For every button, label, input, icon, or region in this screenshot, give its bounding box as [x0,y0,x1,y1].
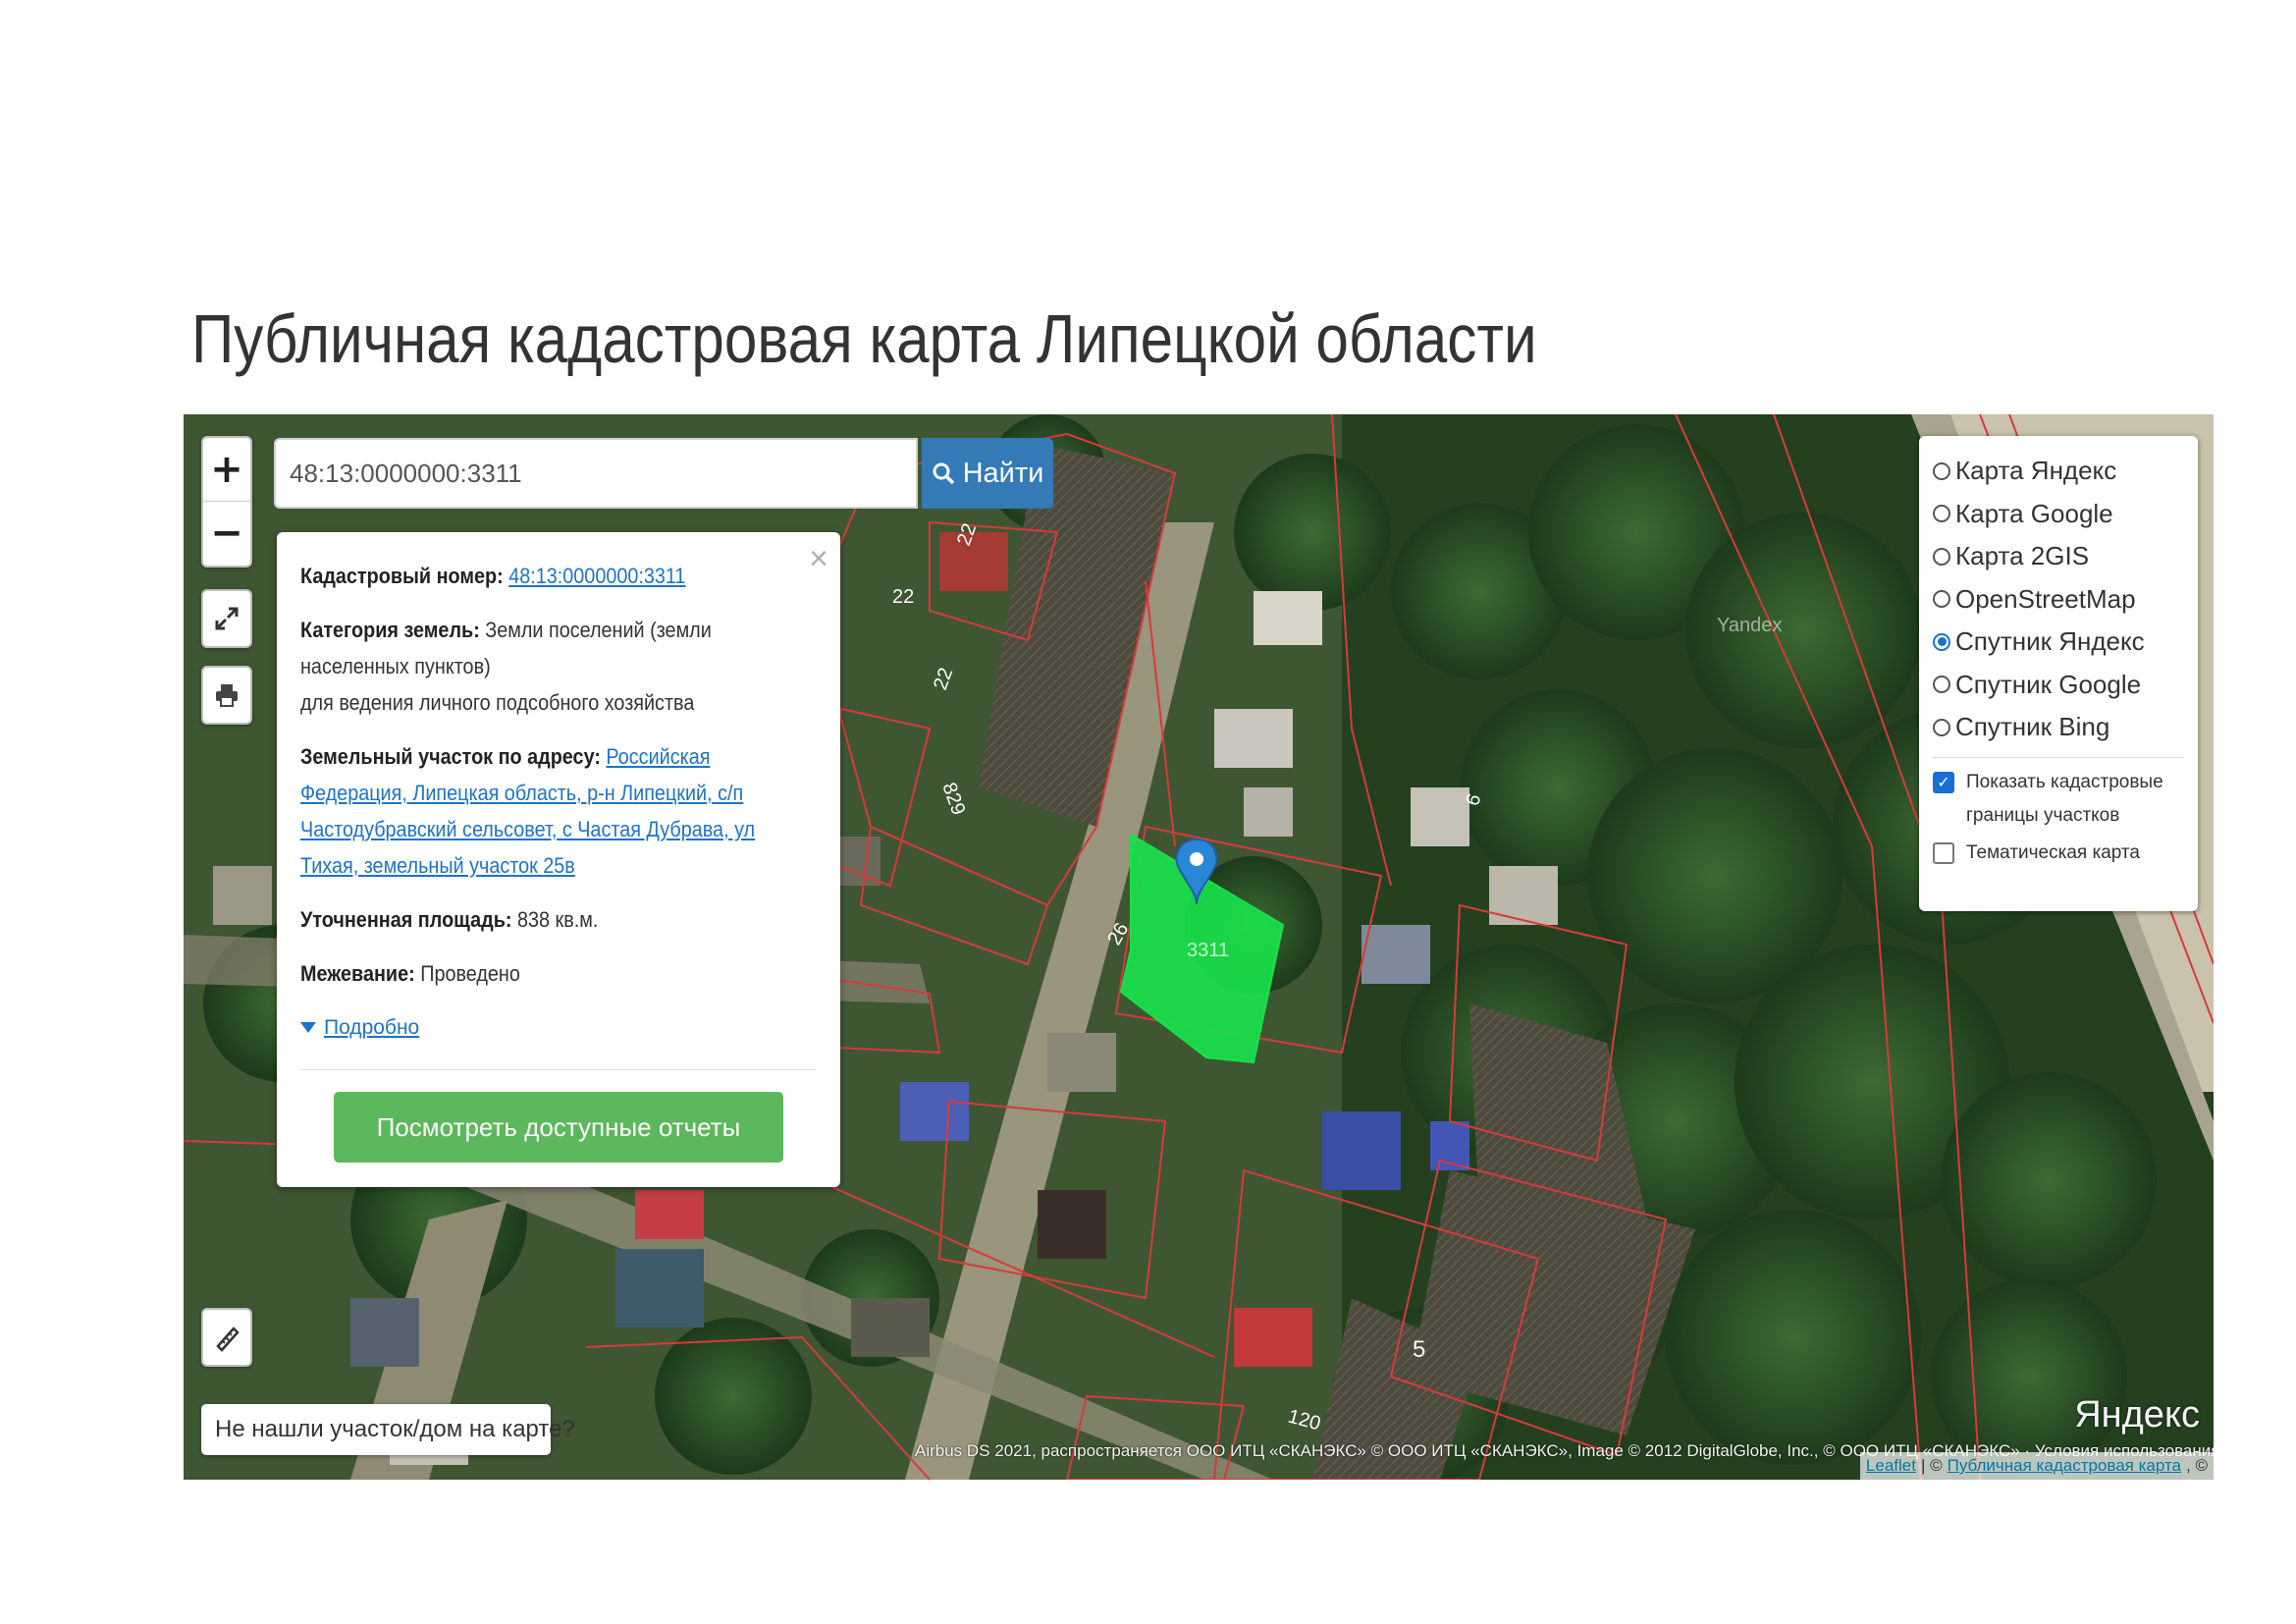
cadastral-number-link[interactable]: 48:13:0000000:3311 [508,564,685,588]
layer-option[interactable]: Карта Google [1933,493,2184,536]
layer-option-label: Спутник Яндекс [1955,626,2145,657]
survey-row: Межевание: Проведено [300,955,813,992]
layer-option[interactable]: Спутник Bing [1933,706,2184,749]
layer-option[interactable]: Карта Яндекс [1933,450,2184,493]
thematic-map-checkbox[interactable] [1933,841,1954,864]
land-use-value: для ведения личного подсобного хозяйства [300,690,695,715]
attribution-separator: | © [1920,1456,1943,1475]
cadastral-number-label: Кадастровый номер: [300,564,504,588]
more-details-link[interactable]: Подробно [300,1009,817,1046]
magnifier-icon [933,462,954,485]
layers-panel: Карта Яндекс Карта Google Карта 2GIS Ope… [1919,436,2198,911]
layer-option-label: OpenStreetMap [1955,583,2136,614]
fullscreen-button[interactable] [201,589,252,648]
layer-option-label: Спутник Bing [1955,712,2110,742]
not-found-button[interactable]: Не нашли участок/дом на карте? [201,1404,575,1455]
page-title: Публичная кадастровая карта Липецкой обл… [191,300,1537,377]
view-reports-button[interactable]: Посмотреть доступные отчеты [334,1092,783,1163]
address-label: Земельный участок по адресу: [300,744,601,769]
parcel-label: 5 [1413,1336,1425,1363]
cadastral-number-row: Кадастровый номер: 48:13:0000000:3311 [300,558,813,594]
site-link[interactable]: Публичная кадастровая карта [1948,1456,2181,1476]
radio-button-selected[interactable] [1933,632,1950,651]
find-button-label: Найти [962,457,1044,489]
layer-option[interactable]: Карта 2GIS [1933,535,2184,578]
thematic-map-label: Тематическая карта [1966,841,2140,863]
layer-option[interactable]: OpenStreetMap [1933,578,2184,622]
land-category-label: Категория земель: [300,618,480,642]
radio-button[interactable] [1933,547,1950,566]
show-boundaries-checkbox[interactable] [1933,771,1954,793]
radio-button[interactable] [1933,718,1950,736]
zoom-out-button[interactable]: − [203,501,250,565]
attribution-tail: , © [2186,1456,2208,1475]
parcel-info-popup: × Кадастровый номер: 48:13:0000000:3311 … [277,532,840,1187]
printer-icon [216,684,238,707]
parcel-label: 3311 [1187,940,1229,961]
layer-option-label: Карта Google [1955,498,2113,528]
layer-option-label: Спутник Google [1955,669,2142,699]
radio-button[interactable] [1933,505,1950,523]
map-watermark: Yandex [1717,615,1783,636]
ruler-pencil-icon [216,1326,240,1352]
layer-option-label: Карта 2GIS [1955,541,2090,571]
triangle-down-icon [300,1021,316,1033]
thematic-map-option[interactable]: Тематическая карта [1933,837,2184,870]
zoom-control: + − [201,436,252,568]
leaflet-link[interactable]: Leaflet [1866,1456,1916,1476]
popup-divider [300,1069,817,1070]
cadastral-map[interactable]: 22 22 22 829 26 6 5 120 3311 Yandex + − [184,414,2214,1480]
zoom-in-button[interactable]: + [203,438,250,501]
show-boundaries-label: Показать кадастровые границы участков [1966,771,2163,826]
print-button[interactable] [201,666,252,725]
survey-value: Проведено [420,961,520,986]
area-row: Уточненная площадь: 838 кв.м. [300,901,813,938]
more-details-label: Подробно [324,1016,420,1039]
survey-label: Межевание: [300,961,415,986]
expand-arrows-icon [215,607,239,630]
radio-button[interactable] [1933,461,1950,480]
radio-button[interactable] [1933,590,1950,609]
layer-option-selected[interactable]: Спутник Яндекс [1933,621,2184,664]
cadastral-search-input[interactable] [274,438,918,509]
area-label: Уточненная площадь: [300,907,512,932]
measure-button[interactable] [201,1308,252,1367]
layers-divider [1933,756,2184,758]
address-row: Земельный участок по адресу: Российская … [300,738,813,884]
find-button[interactable]: Найти [922,438,1053,509]
land-category-row: Категория земель: Земли поселений (земли… [300,612,813,721]
layer-option[interactable]: Спутник Google [1933,664,2184,707]
parcel-label: 22 [892,586,914,608]
radio-button[interactable] [1933,676,1950,694]
show-boundaries-option[interactable]: Показать кадастровые границы участков [1933,766,2184,833]
provider-logo: Яндекс [2074,1394,2200,1435]
layer-option-label: Карта Яндекс [1955,456,2117,486]
area-value: 838 кв.м. [516,907,599,932]
leaflet-attribution: Leaflet | © Публичная кадастровая карта … [1859,1452,2214,1480]
